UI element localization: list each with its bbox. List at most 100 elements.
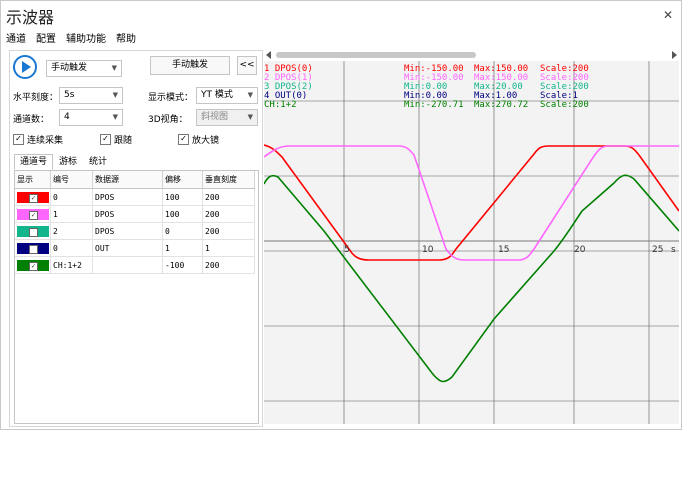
waveform-canvas[interactable]: 5 10 15 20 25 s 1 DPOS(0) Min:-150.00 Max:150.0… [264, 61, 679, 424]
check-icon[interactable] [29, 227, 38, 237]
check-icon: ✓ [100, 134, 111, 145]
table-row [15, 290, 255, 306]
col-header-id: 编号 [50, 171, 93, 189]
table-row [15, 370, 255, 386]
check-icon[interactable]: ✓ [29, 261, 38, 271]
display-cell[interactable] [15, 239, 51, 257]
col-header-offset: 偏移 [162, 171, 203, 189]
check-icon[interactable]: ✓ [29, 193, 38, 203]
title-bar: 示波器 ✕ [1, 1, 681, 29]
menu-help[interactable]: 帮助 [111, 31, 141, 49]
display-mode-select[interactable]: YT 模式 ▼ [196, 87, 258, 104]
legend-min: Min:-270.71 [404, 100, 464, 110]
table-row [15, 322, 255, 338]
display-cell[interactable] [15, 222, 51, 240]
magnifier-checkbox[interactable]: ✓ 放大镜 [178, 133, 219, 146]
menu-aux[interactable]: 辅助功能 [61, 31, 111, 49]
check-icon[interactable] [29, 244, 38, 254]
offset-cell: 100 [162, 205, 203, 223]
display-mode-value: YT 模式 [201, 90, 233, 100]
table-row[interactable]: ✓ 0 DPOS 100 200 [15, 188, 255, 206]
offset-cell: 0 [162, 222, 203, 240]
channel-color-swatch[interactable]: ✓ [17, 208, 49, 220]
axis-tick-label: 20 [574, 245, 586, 255]
legend-max: Max:270.72 [474, 100, 528, 110]
horizontal-scale-value: 5s [64, 90, 75, 100]
tab-cursor[interactable]: 游标 [53, 154, 83, 170]
magnifier-label: 放大镜 [192, 136, 220, 146]
trigger-mode-value: 手动触发 [51, 63, 88, 73]
horizontal-scrollbar[interactable] [264, 50, 679, 60]
channel-color-swatch[interactable] [17, 225, 49, 237]
check-icon: ✓ [178, 134, 189, 145]
horizontal-scale-select[interactable]: 5s ▼ [59, 87, 123, 104]
view3d-label: 3D视角： [148, 115, 188, 125]
axis-tick-label: 10 [422, 245, 434, 255]
scale-cell: 200 [202, 222, 255, 240]
offset-cell: -100 [162, 256, 203, 274]
col-header-source: 数据源 [92, 171, 163, 189]
axis-tick-label: s [671, 245, 676, 255]
check-icon[interactable]: ✓ [29, 210, 38, 220]
close-icon[interactable]: ✕ [663, 8, 673, 22]
channel-color-swatch[interactable]: ✓ [17, 191, 49, 203]
panel-tabs: 通道号 游标 统计 [14, 154, 113, 170]
trigger-mode-select[interactable]: 手动触发 ▼ [46, 60, 122, 77]
display-cell[interactable]: ✓ [15, 256, 51, 274]
id-cell: 0 [50, 188, 93, 206]
channel-count-value: 4 [64, 112, 70, 122]
scale-cell: 200 [202, 188, 255, 206]
offset-cell: 1 [162, 239, 203, 257]
oscilloscope-window: 示波器 ✕ 通道 配置 辅助功能 帮助 手动触发 ▼ 手动触发 << 水平刻度：… [0, 0, 682, 430]
table-row [15, 434, 255, 450]
channel-color-swatch[interactable] [17, 242, 49, 254]
continuous-label: 连续采集 [27, 136, 64, 146]
table-row [15, 306, 255, 322]
manual-trigger-button[interactable]: 手动触发 [150, 56, 230, 75]
scale-cell: 200 [202, 205, 255, 223]
check-icon: ✓ [13, 134, 24, 145]
scroll-left-icon[interactable] [266, 51, 271, 59]
channel-table: 显示 编号 数据源 偏移 垂直刻度 ✓ 0 DPOS 100 200 ✓ 1 DPOS 100 2… [14, 170, 259, 424]
tab-stats[interactable]: 统计 [83, 154, 113, 170]
collapse-button[interactable]: << [237, 56, 257, 75]
channel-count-select[interactable]: 4 ▼ [59, 109, 123, 126]
scale-cell: 1 [202, 239, 255, 257]
table-row [15, 402, 255, 418]
scrollbar-thumb[interactable] [276, 52, 476, 58]
window-title: 示波器 [6, 8, 55, 27]
table-row [15, 354, 255, 370]
id-cell: 2 [50, 222, 93, 240]
horizontal-scale-label: 水平刻度： [13, 93, 59, 103]
col-header-display: 显示 [15, 171, 51, 189]
chevron-down-icon: ▼ [112, 113, 118, 121]
display-mode-label: 显示模式： [148, 93, 194, 103]
follow-checkbox[interactable]: ✓ 跟随 [100, 133, 132, 146]
play-button[interactable] [13, 55, 37, 79]
id-cell: 1 [50, 205, 93, 223]
table-row [15, 466, 255, 482]
menu-config[interactable]: 配置 [31, 31, 61, 49]
chevron-down-icon: ▼ [247, 91, 253, 99]
view3d-select[interactable]: 斜视图 ▼ [196, 109, 258, 126]
tab-channel[interactable]: 通道号 [14, 154, 54, 170]
channel-color-swatch[interactable]: ✓ [17, 259, 49, 271]
source-cell: DPOS [92, 205, 163, 223]
scroll-right-icon[interactable] [672, 51, 677, 59]
source-cell [92, 256, 163, 274]
control-panel: 手动触发 ▼ 手动触发 << 水平刻度： 5s ▼ 显示模式： YT 模式 ▼ … [9, 50, 263, 427]
display-cell[interactable]: ✓ [15, 188, 51, 206]
table-row [15, 450, 255, 466]
source-cell: DPOS [92, 188, 163, 206]
continuous-checkbox[interactable]: ✓ 连续采集 [13, 133, 63, 146]
table-row[interactable]: ✓ 1 DPOS 100 200 [15, 205, 255, 223]
legend-scale: Scale:200 [540, 100, 589, 110]
table-row[interactable]: ✓ CH:1+2 -100 200 [15, 256, 255, 274]
display-cell[interactable]: ✓ [15, 205, 51, 223]
menu-channel[interactable]: 通道 [1, 31, 31, 49]
axis-tick-label: 5 [344, 245, 350, 255]
channel-count-label: 通道数： [13, 115, 50, 125]
table-row[interactable]: 2 DPOS 0 200 [15, 222, 255, 240]
table-row[interactable]: 0 OUT 1 1 [15, 239, 255, 257]
scale-cell: 200 [202, 256, 255, 274]
